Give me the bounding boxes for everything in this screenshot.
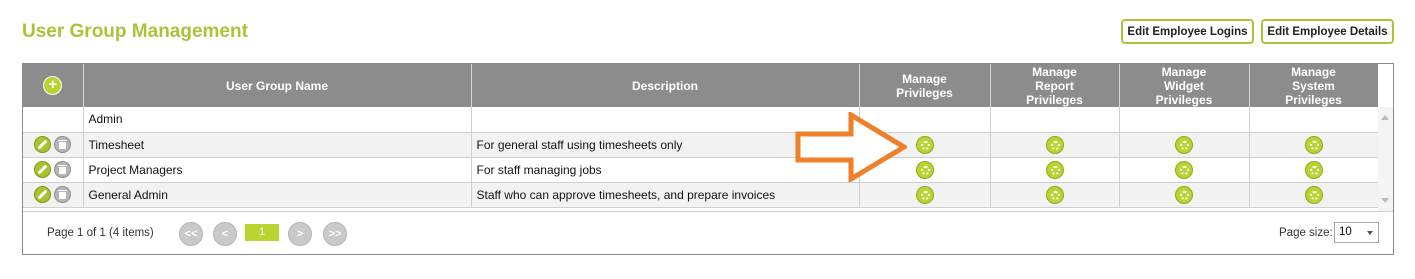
table-row: Project Managers For staff managing jobs — [23, 157, 1379, 183]
privileges-cell — [859, 182, 991, 208]
user-group-table: + User Group Name Description Manage Pri… — [23, 64, 1379, 208]
header-corner — [1378, 64, 1393, 107]
manage-report-privileges-gear-icon[interactable] — [1045, 135, 1064, 154]
page-size-label: Page size: — [1279, 227, 1333, 239]
column-header-system-privileges: Manage System Privileges — [1249, 64, 1379, 107]
row-actions — [23, 157, 84, 183]
group-name-cell: Project Managers — [83, 157, 472, 183]
system-privileges-cell — [1249, 132, 1379, 158]
page-title: User Group Management — [22, 21, 248, 42]
scroll-up-arrow-icon[interactable] — [1381, 115, 1389, 120]
user-group-grid: + User Group Name Description Manage Pri… — [22, 63, 1394, 255]
edit-icon[interactable] — [34, 161, 52, 178]
column-header-name[interactable]: User Group Name — [83, 64, 472, 107]
column-header-report-privileges: Manage Report Privileges — [990, 64, 1120, 107]
row-actions — [23, 107, 84, 133]
table-row: General Admin Staff who can approve time… — [23, 182, 1379, 208]
manage-system-privileges-gear-icon[interactable] — [1304, 135, 1323, 154]
scroll-down-arrow-icon[interactable] — [1381, 198, 1389, 203]
page-size-select[interactable]: 10 — [1334, 222, 1379, 243]
widget-privileges-cell — [1119, 107, 1250, 133]
add-group-column: + — [23, 64, 84, 107]
report-privileges-cell — [990, 182, 1120, 208]
delete-icon[interactable] — [54, 136, 72, 153]
report-privileges-cell — [990, 132, 1120, 158]
header-row: + User Group Name Description Manage Pri… — [23, 64, 1379, 107]
manage-widget-privileges-gear-icon[interactable] — [1175, 160, 1193, 179]
system-privileges-cell — [1249, 157, 1379, 183]
group-name-cell: Timesheet — [83, 132, 472, 158]
edit-icon[interactable] — [34, 136, 52, 153]
description-cell: Staff who can approve timesheets, and pr… — [471, 182, 860, 208]
page-info: Page 1 of 1 (4 items) — [47, 227, 154, 239]
column-header-widget-privileges: Manage Widget Privileges — [1119, 64, 1250, 107]
row-actions — [23, 132, 84, 158]
column-header-description[interactable]: Description — [471, 64, 860, 107]
manage-system-privileges-gear-icon[interactable] — [1304, 185, 1323, 204]
add-icon[interactable]: + — [43, 76, 63, 95]
manage-report-privileges-gear-icon[interactable] — [1045, 160, 1064, 179]
report-privileges-cell — [990, 107, 1120, 133]
manage-system-privileges-gear-icon[interactable] — [1304, 160, 1323, 179]
system-privileges-cell — [1249, 182, 1379, 208]
manage-privileges-gear-icon[interactable] — [915, 135, 934, 154]
group-name-cell: General Admin — [83, 182, 472, 208]
widget-privileges-cell — [1119, 157, 1250, 183]
manage-privileges-gear-icon[interactable] — [915, 185, 934, 204]
current-page-indicator[interactable]: 1 — [245, 224, 279, 241]
edit-employee-details-button[interactable]: Edit Employee Details — [1261, 19, 1394, 44]
previous-page-button[interactable]: < — [213, 222, 237, 246]
next-page-button[interactable]: > — [288, 222, 312, 246]
vertical-scrollbar[interactable] — [1378, 107, 1393, 211]
widget-privileges-cell — [1119, 132, 1250, 158]
system-privileges-cell — [1249, 107, 1379, 133]
table-row: Timesheet For general staff using timesh… — [23, 132, 1379, 158]
manage-widget-privileges-gear-icon[interactable] — [1175, 135, 1193, 154]
manage-widget-privileges-gear-icon[interactable] — [1175, 185, 1193, 204]
report-privileges-cell — [990, 157, 1120, 183]
table-row: Admin — [23, 107, 1379, 133]
edit-employee-logins-button[interactable]: Edit Employee Logins — [1121, 19, 1254, 44]
last-page-button[interactable]: >> — [323, 222, 347, 246]
first-page-button[interactable]: << — [179, 222, 203, 246]
manage-report-privileges-gear-icon[interactable] — [1045, 185, 1064, 204]
widget-privileges-cell — [1119, 182, 1250, 208]
row-actions — [23, 182, 84, 208]
group-name-cell: Admin — [83, 107, 472, 133]
pager: Page 1 of 1 (4 items) << < 1 > >> Page s… — [23, 211, 1393, 254]
delete-icon[interactable] — [54, 161, 72, 178]
arrow-annotation-icon — [795, 112, 907, 182]
manage-privileges-gear-icon[interactable] — [915, 160, 934, 179]
edit-icon[interactable] — [34, 186, 52, 203]
delete-icon[interactable] — [54, 186, 72, 203]
column-header-privileges: Manage Privileges — [859, 64, 991, 107]
